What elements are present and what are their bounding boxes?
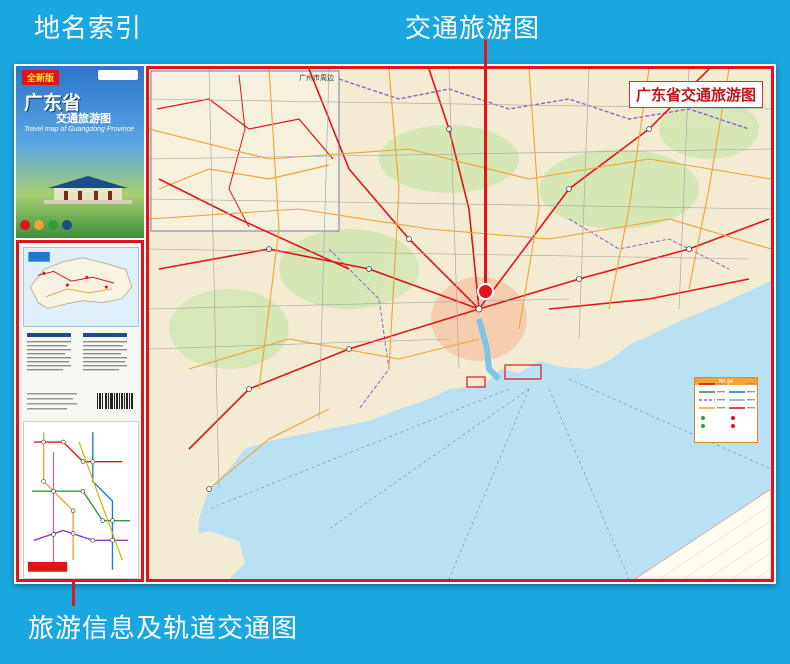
main-map: 广州市周边 广东省交通旅游图 图 例 — [146, 66, 774, 582]
overview-map-image — [23, 247, 139, 327]
rail-transit-map-image — [23, 421, 139, 579]
map-legend: 图 例 — [694, 377, 758, 443]
rail-icon — [62, 220, 72, 230]
barcode-image — [27, 393, 133, 410]
place-index-label: 地名索引 — [34, 14, 143, 44]
publisher-logo — [98, 70, 138, 80]
travel-info-label: 旅游信息及轨道交通图 — [28, 614, 299, 644]
cover-subtitle: 交通旅游图 — [56, 112, 111, 125]
travel-info-pointer — [72, 582, 75, 606]
memorial-hall-image — [44, 176, 132, 204]
cover-icon-row — [20, 218, 140, 232]
map-cover: 全新版 广东省 交通旅游图 Travel map of Guangdong Pr… — [16, 66, 144, 238]
travel-info-text — [27, 333, 127, 371]
park-icon — [48, 220, 58, 230]
edition-badge: 全新版 — [22, 70, 60, 85]
map-title: 广东省交通旅游图 — [628, 81, 763, 108]
scenic-icon — [34, 220, 44, 230]
traffic-map-pointer — [484, 40, 487, 292]
cover-english-title: Travel map of Guangdong Province — [24, 126, 134, 133]
inset-label: 广州市周边 — [299, 74, 334, 82]
legend-items — [699, 383, 755, 428]
map-drawing — [149, 69, 771, 579]
map-sheet: 全新版 广东省 交通旅游图 Travel map of Guangdong Pr… — [14, 64, 776, 584]
highway-icon — [20, 220, 30, 230]
traffic-map-pointer-dot — [477, 283, 494, 300]
traffic-map-label: 交通旅游图 — [405, 14, 541, 44]
back-panel — [16, 240, 144, 582]
